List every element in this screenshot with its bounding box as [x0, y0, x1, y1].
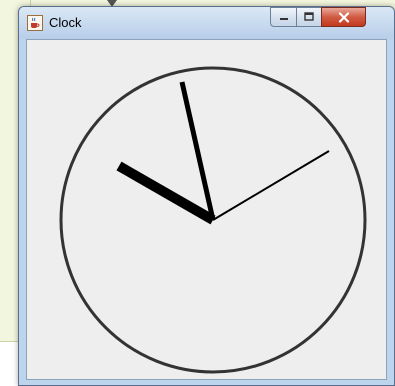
minimize-icon — [279, 18, 288, 20]
close-button[interactable] — [321, 7, 366, 27]
close-icon — [338, 11, 349, 23]
minimize-button[interactable] — [270, 7, 297, 27]
window-title: Clock — [49, 15, 82, 30]
java-cup-icon[interactable] — [27, 15, 43, 31]
maximize-button[interactable] — [296, 7, 322, 27]
clock-window: Clock — [18, 6, 395, 386]
hour-hand — [116, 161, 216, 225]
clock-canvas — [26, 39, 387, 380]
title-bar[interactable]: Clock — [19, 7, 394, 39]
second-hand — [212, 150, 330, 221]
maximize-icon — [304, 12, 314, 21]
analog-clock — [59, 66, 367, 374]
